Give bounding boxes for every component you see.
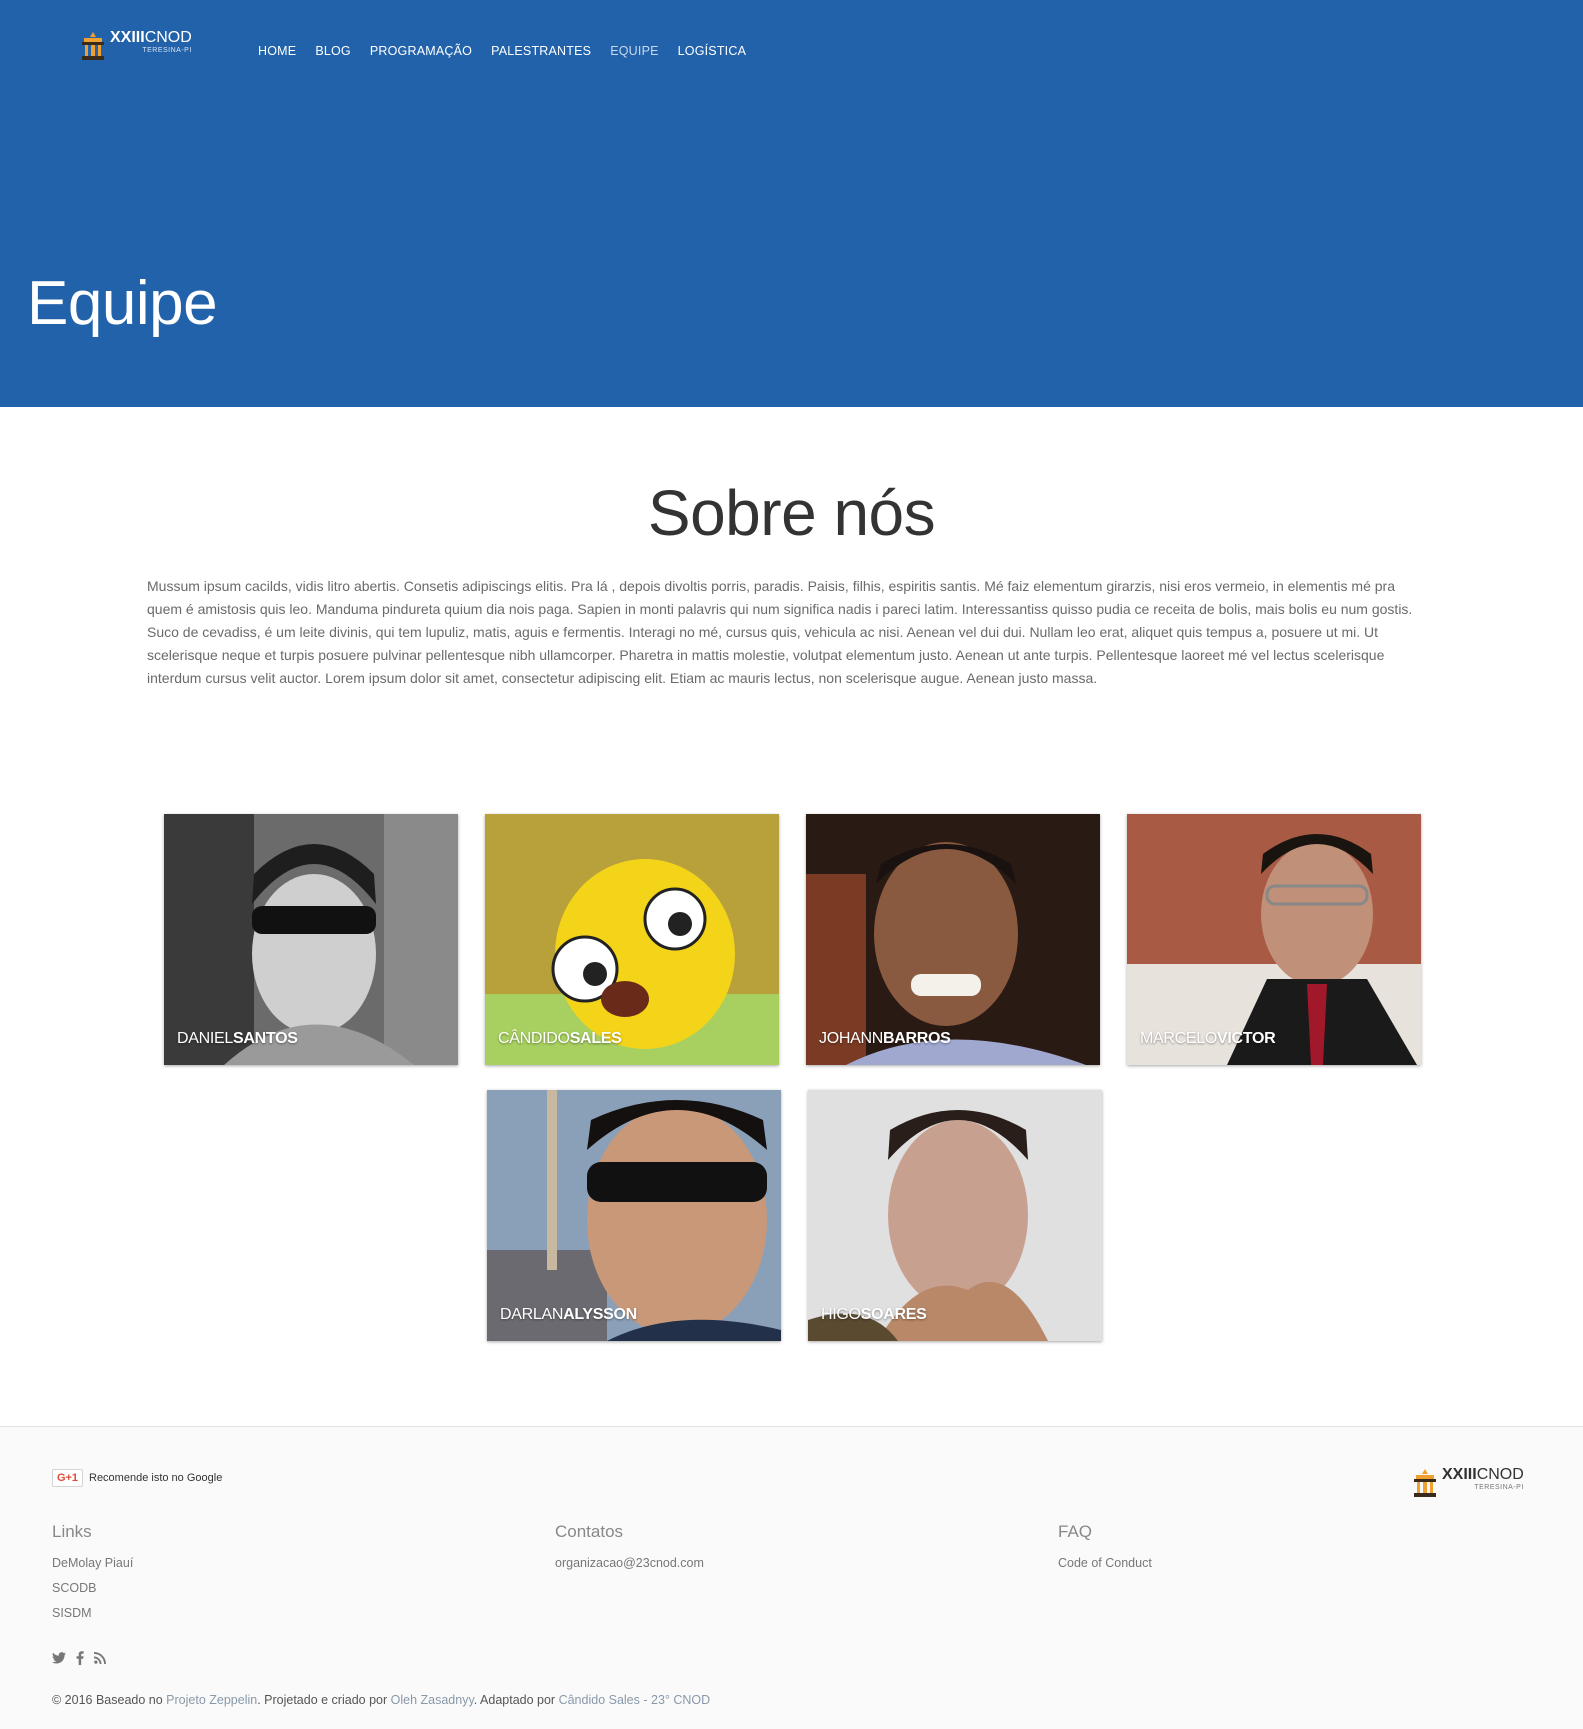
team-photo <box>806 814 1100 1065</box>
nav-home[interactable]: HOME <box>258 44 296 58</box>
rss-icon[interactable] <box>94 1652 106 1667</box>
link-oleh-zasadnyy[interactable]: Oleh Zasadnyy <box>391 1693 474 1707</box>
footer-link-scodb[interactable]: SCODB <box>52 1581 133 1595</box>
team-member-name: HIGOSOARES <box>821 1306 927 1323</box>
team-card-darlan[interactable]: DARLANALYSSON <box>487 1090 781 1341</box>
team-photo <box>485 814 779 1065</box>
twitter-icon[interactable] <box>52 1652 66 1667</box>
site-logo[interactable]: XXIIICNOD TERESINA-PI <box>80 30 192 64</box>
team-member-name: MARCELOVICTOR <box>1140 1030 1276 1047</box>
google-plus-text: Recomende isto no Google <box>89 1472 223 1484</box>
footer-logo[interactable]: XXIIICNOD TERESINA-PI <box>1412 1467 1524 1501</box>
team-card-candido[interactable]: CÂNDIDOSALES <box>485 814 779 1065</box>
link-projeto-zeppelin[interactable]: Projeto Zeppelin <box>166 1693 257 1707</box>
team-card-johann[interactable]: JOHANNBARROS <box>806 814 1100 1065</box>
footer-link-sisdm[interactable]: SISDM <box>52 1606 133 1620</box>
google-plus-recommend: G+1 Recomende isto no Google <box>52 1469 222 1487</box>
team-card-marcelo[interactable]: MARCELOVICTOR <box>1127 814 1421 1065</box>
team-card-higo[interactable]: HIGOSOARES <box>808 1090 1102 1341</box>
copyright: © 2016 Baseado no Projeto Zeppelin. Proj… <box>52 1693 711 1707</box>
logo-tagline: TERESINA-PI <box>142 47 192 54</box>
facebook-icon[interactable] <box>76 1651 84 1668</box>
hero-header: XXIIICNOD TERESINA-PI HOME BLOG PROGRAMA… <box>0 0 1583 407</box>
team-member-name: CÂNDIDOSALES <box>498 1030 622 1047</box>
google-plus-button[interactable]: G+1 <box>52 1469 83 1487</box>
footer-link-code-of-conduct[interactable]: Code of Conduct <box>1058 1556 1152 1570</box>
nav-palestrantes[interactable]: PALESTRANTES <box>491 44 591 58</box>
page-title: Equipe <box>27 269 218 338</box>
about-text: Mussum ipsum cacilds, vidis litro aberti… <box>147 578 1413 686</box>
footer-column-title: Links <box>52 1522 92 1541</box>
logo-temple-icon <box>80 30 106 64</box>
footer-column-links: Links DeMolay Piauí SCODB SISDM <box>52 1522 133 1631</box>
about-title: Sobre nós <box>647 477 936 549</box>
team-member-name: DARLANALYSSON <box>500 1306 637 1323</box>
nav-blog[interactable]: BLOG <box>315 44 351 58</box>
logo-name: XXIIICNOD <box>110 29 192 46</box>
logo-temple-icon <box>1412 1467 1438 1501</box>
social-links <box>52 1651 106 1668</box>
team-member-name: DANIELSANTOS <box>177 1030 298 1047</box>
team-card-daniel[interactable]: DANIELSANTOS <box>164 814 458 1065</box>
site-footer: G+1 Recomende isto no Google XXIIICNOD T… <box>0 1426 1583 1729</box>
footer-column-title: FAQ <box>1058 1522 1093 1541</box>
team-photo <box>1127 814 1421 1065</box>
team-member-name: JOHANNBARROS <box>819 1030 951 1047</box>
link-candido-sales[interactable]: Cândido Sales - 23° CNOD <box>559 1693 711 1707</box>
footer-column-contatos: Contatos organizacao@23cnod.com <box>555 1522 704 1581</box>
team-photo <box>164 814 458 1065</box>
logo-name: XXIIICNOD <box>1442 1466 1524 1483</box>
footer-link-email[interactable]: organizacao@23cnod.com <box>555 1556 704 1570</box>
team-photo <box>808 1090 1102 1341</box>
footer-column-faq: FAQ Code of Conduct <box>1058 1522 1152 1581</box>
nav-equipe[interactable]: EQUIPE <box>610 44 658 58</box>
footer-column-title: Contatos <box>555 1522 624 1541</box>
footer-link-demolay[interactable]: DeMolay Piauí <box>52 1556 133 1570</box>
nav-programacao[interactable]: PROGRAMAÇÃO <box>370 44 472 58</box>
nav-logistica[interactable]: LOGÍSTICA <box>678 44 746 58</box>
logo-tagline: TERESINA-PI <box>1474 1484 1524 1491</box>
main-nav: HOME BLOG PROGRAMAÇÃO PALESTRANTES EQUIP… <box>258 44 765 58</box>
team-photo <box>487 1090 781 1341</box>
